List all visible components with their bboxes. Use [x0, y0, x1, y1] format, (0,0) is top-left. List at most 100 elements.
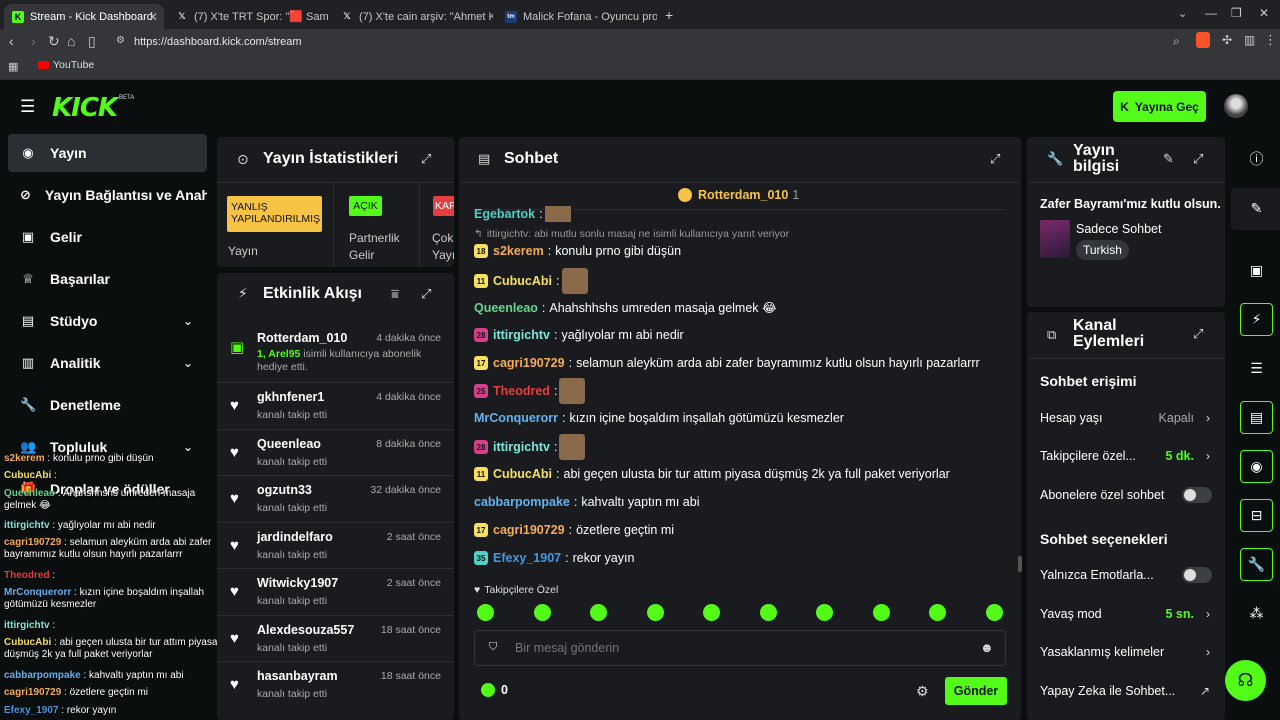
expand-icon[interactable]: ⤢	[990, 151, 1000, 167]
expand-icon[interactable]: ⤢	[1193, 151, 1203, 167]
activity-item[interactable]: ♥ Witwicky1907 2 saat önce kanalı takip …	[217, 568, 454, 615]
reload-icon[interactable]: ↻	[48, 33, 60, 50]
category-thumbnail[interactable]	[1040, 220, 1070, 258]
emote-button[interactable]	[534, 604, 551, 621]
sidebar-item-moderation[interactable]: 🔧 Denetleme	[8, 386, 207, 424]
emote-button[interactable]	[647, 604, 664, 621]
activity-item[interactable]: ▣ Rotterdam_010 4 dakika önce 1, Arel95 …	[217, 324, 454, 373]
community-icon[interactable]: ⁂	[1240, 597, 1273, 630]
sidebar-item-achievements[interactable]: ♕ Başarılar	[8, 260, 207, 298]
extensions-icon[interactable]: ✣	[1222, 33, 1232, 47]
slow-mode-row[interactable]: Yavaş mod 5 sn. ›	[1040, 607, 1212, 621]
channel-points[interactable]: 0	[481, 683, 508, 697]
message-field[interactable]	[515, 639, 965, 657]
emote-button[interactable]	[703, 604, 720, 621]
avatar[interactable]	[1224, 94, 1248, 118]
emotes-only-toggle[interactable]	[1182, 567, 1212, 583]
chat-message[interactable]: Queenleao: Ahahshhshs umreden masaja gelm…	[474, 300, 777, 316]
filter-icon[interactable]: ⩸	[391, 286, 399, 302]
chat-message[interactable]: 11 CubucAbi: abi geçen ulusta bir tur attı…	[474, 467, 950, 481]
sidebar-item-studio[interactable]: ▤ Stüdyo ⌄	[8, 302, 207, 340]
chat-username[interactable]: ittirgichtv	[493, 440, 550, 454]
chat-message[interactable]: 28 ittirgichtv:	[474, 434, 586, 460]
bookmark-youtube[interactable]: YouTube	[38, 59, 94, 71]
tab-search-icon[interactable]: ⌄	[1178, 7, 1187, 20]
expand-icon[interactable]: ⤢	[1193, 326, 1203, 342]
lightning-icon[interactable]: ⚡	[1240, 303, 1273, 336]
chat-message[interactable]: 18 s2kerem: konulu prno gibi düşün	[474, 244, 681, 258]
emote-button[interactable]	[873, 604, 890, 621]
chat-message[interactable]: 17 cagri190729: selamun aleyküm arda abi z…	[474, 356, 980, 370]
tab-kick-dashboard[interactable]: K Stream - Kick Dashboard ✕	[4, 4, 164, 29]
emote-button[interactable]	[477, 604, 494, 621]
chat-username[interactable]: cagri190729	[493, 523, 565, 537]
emote-button[interactable]	[760, 604, 777, 621]
kick-logo[interactable]: KICK	[52, 93, 118, 123]
bookmark-icon[interactable]: ▯	[88, 33, 96, 50]
forward-icon[interactable]: ›	[31, 33, 36, 49]
chat-message[interactable]: 35 Efexy_1907: rekor yayın	[474, 551, 634, 565]
chat-message[interactable]: 17 cagri190729: özetlere geçtin mi	[474, 523, 674, 537]
tab-transfermarkt[interactable]: tm Malick Fofana - Oyuncu profili 26/27	[497, 4, 657, 29]
activity-item[interactable]: ♥ Alexdesouza557 18 saat önce kanalı tak…	[217, 615, 454, 662]
activity-item[interactable]: ♥ Queenleao 8 dakika önce kanalı takip e…	[217, 429, 454, 476]
sidebar-item-stream-key[interactable]: ⊘ Yayın Bağlantısı ve Anahtarı	[8, 176, 207, 214]
edit-icon[interactable]: ✎	[1163, 151, 1174, 167]
chat-input[interactable]: ⛉ ☻	[474, 630, 1006, 666]
emoji-icon[interactable]: ☻	[980, 640, 994, 655]
chat-username[interactable]: CubucAbi	[493, 467, 552, 481]
expand-icon[interactable]: ⤢	[421, 151, 431, 167]
chat-username[interactable]: MrConquerorr	[474, 411, 558, 425]
back-icon[interactable]: ‹	[9, 33, 14, 49]
chat-message[interactable]: 25 Theodred:	[474, 378, 586, 404]
chat-username[interactable]: s2kerem	[493, 244, 544, 258]
pinned-gifter[interactable]: Rotterdam_010 1	[678, 188, 799, 202]
chat-username[interactable]: ittirgichtv	[493, 328, 550, 342]
list-icon[interactable]: ☰	[1240, 352, 1273, 385]
edit-icon[interactable]: ✎	[1240, 192, 1273, 225]
chat-username[interactable]: CubucAbi	[493, 274, 552, 288]
new-tab-icon[interactable]: +	[665, 7, 673, 23]
player-icon[interactable]: ▣	[1240, 254, 1273, 287]
activity-item[interactable]: ♥ gkhnfener1 4 dakika önce kanalı takip …	[217, 382, 454, 429]
banned-words-row[interactable]: Yasaklanmış kelimeler ›	[1040, 645, 1212, 659]
chat-message[interactable]: MrConquerorr: kızın içine boşaldım inşall…	[474, 411, 844, 425]
chat-username[interactable]: Theodred	[493, 384, 550, 398]
site-info-icon[interactable]: ⚙	[116, 35, 125, 46]
tab-x-cain[interactable]: 𝕏 (7) X'te cain arşiv: "Ahmet Konanç - F	[333, 4, 493, 29]
support-headset-icon[interactable]: ☊	[1225, 660, 1266, 701]
chat-settings-gear-icon[interactable]: ⚙	[916, 683, 929, 700]
ai-chat-row[interactable]: Yapay Zeka ile Sohbet... ↗	[1040, 684, 1212, 698]
zoom-icon[interactable]: ⌕	[1173, 34, 1180, 49]
category-name[interactable]: Sadece Sohbet	[1076, 222, 1162, 236]
chat-username[interactable]: Egebartok	[474, 207, 535, 221]
url-field[interactable]: https://dashboard.kick.com/stream	[110, 31, 1190, 53]
chat-username[interactable]: cagri190729	[493, 356, 565, 370]
chat-message[interactable]: 28 ittirgichtv: yağlıyolar mı abi nedir	[474, 328, 684, 342]
home-icon[interactable]: ⌂	[67, 33, 75, 49]
close-window-icon[interactable]: ✕	[1259, 6, 1269, 20]
browser-menu-icon[interactable]: ⋮	[1264, 32, 1277, 48]
brave-shield-icon[interactable]	[1196, 32, 1210, 48]
chat-username[interactable]: Efexy_1907	[493, 551, 561, 565]
activity-item[interactable]: ♥ hasanbayram 18 saat önce kanalı takip …	[217, 661, 454, 708]
expand-icon[interactable]: ⤢	[421, 286, 431, 302]
save-icon[interactable]: ⊟	[1240, 499, 1273, 532]
stream-icon[interactable]: ◉	[1240, 450, 1273, 483]
chat-scrollbar[interactable]	[1018, 556, 1022, 572]
apps-grid-icon[interactable]: ▦	[8, 60, 18, 73]
sidebar-toggle-icon[interactable]: ▥	[1244, 33, 1255, 47]
tab-x-trt[interactable]: 𝕏 (7) X'te TRT Spor: "🟥 Samsunspor x	[168, 4, 328, 29]
wrench-icon[interactable]: 🔧	[1240, 548, 1273, 581]
chat-message[interactable]: Egebartok:	[474, 206, 571, 222]
followers-only-row[interactable]: Takipçilere özel... 5 dk. ›	[1040, 449, 1212, 463]
sidebar-item-analytics[interactable]: ▥ Analitik ⌄	[8, 344, 207, 382]
sidebar-item-revenue[interactable]: ▣ Gelir	[8, 218, 207, 256]
close-tab-icon[interactable]: ✕	[148, 10, 158, 24]
send-button[interactable]: Gönder	[945, 677, 1007, 705]
hamburger-menu-icon[interactable]: ☰	[20, 97, 35, 117]
go-live-button[interactable]: K Yayına Geç	[1113, 91, 1206, 122]
sidebar-item-stream[interactable]: ◉ Yayın	[8, 134, 207, 172]
activity-item[interactable]: ♥ jardindelfaro 2 saat önce kanalı takip…	[217, 522, 454, 569]
emote-button[interactable]	[929, 604, 946, 621]
